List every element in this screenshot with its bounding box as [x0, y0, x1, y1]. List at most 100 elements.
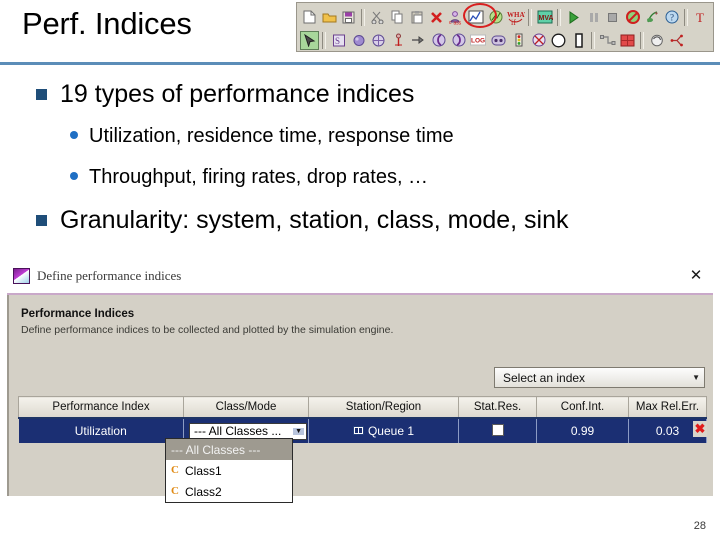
square-bullet-icon	[36, 89, 47, 100]
cell-performance-index[interactable]: Utilization	[18, 418, 184, 443]
round-bullet-icon	[70, 172, 78, 180]
application-toolbar: cass WHATif MVA ?	[296, 2, 714, 52]
toolbar-separator	[361, 8, 366, 26]
queue-station-icon[interactable]	[369, 31, 388, 50]
select-arrow-icon[interactable]	[300, 30, 319, 50]
join-right-icon[interactable]	[449, 31, 468, 50]
select-index-dropdown[interactable]: Select an index ▼	[494, 367, 705, 388]
class-mode-combobox[interactable]: --- All Classes ... ▼	[189, 422, 307, 440]
toolbar-separator	[640, 31, 644, 49]
define-performance-indices-dialog: Define performance indices ✕ Performance…	[7, 259, 713, 503]
svg-text:WHAT: WHAT	[507, 11, 525, 19]
plot-results-icon[interactable]	[487, 8, 506, 27]
bullet-text: Granularity: system, station, class, mod…	[60, 206, 569, 234]
class-icon: C	[171, 464, 179, 476]
dialog-titlebar: Define performance indices ✕	[7, 259, 713, 293]
column-header-performance-index[interactable]: Performance Index	[18, 396, 184, 419]
dropdown-option-label: Class2	[185, 484, 222, 499]
pmva-solve-icon[interactable]: MVA	[535, 8, 554, 27]
join-left-icon[interactable]	[429, 31, 448, 50]
cell-stat-res[interactable]	[458, 418, 537, 443]
svg-text:?: ?	[670, 13, 674, 23]
play-icon[interactable]	[564, 8, 583, 27]
class-mode-dropdown-list[interactable]: --- All Classes --- C Class1 C Class2	[165, 438, 293, 503]
dropdown-option-class1[interactable]: C Class1	[166, 460, 292, 481]
chevron-down-icon: ▼	[293, 427, 304, 435]
svg-text:T: T	[696, 10, 704, 24]
queue-station-icon	[352, 426, 364, 436]
delete-row-button[interactable]: ✖	[693, 421, 707, 437]
toolbar-separator	[591, 31, 595, 49]
arrow-link-icon[interactable]	[409, 31, 428, 50]
stat-res-checkbox[interactable]	[491, 423, 504, 436]
class-define-icon[interactable]: c ass	[447, 8, 466, 27]
cell-station-region[interactable]: Queue 1	[308, 418, 459, 443]
open-folder-icon[interactable]	[320, 8, 339, 27]
delay-station-icon[interactable]	[389, 31, 408, 50]
text-tool-icon[interactable]: T	[691, 8, 710, 27]
svg-text:if: if	[511, 18, 516, 25]
select-index-value: Select an index	[503, 370, 586, 385]
performance-indices-table: Performance Index Class/Mode Station/Reg…	[18, 396, 707, 443]
randomize-icon[interactable]	[643, 8, 662, 27]
paste-icon[interactable]	[408, 8, 427, 27]
save-icon[interactable]	[340, 8, 359, 27]
toolbar-row-1: cass WHATif MVA ?	[300, 3, 710, 28]
panel-heading: Performance Indices	[21, 308, 135, 320]
page-number: 28	[693, 520, 706, 532]
square-bullet-icon	[36, 215, 47, 226]
column-header-station-region[interactable]: Station/Region	[308, 396, 459, 419]
cell-max-rel-err[interactable]: 0.03 ✖	[628, 418, 707, 443]
help-icon[interactable]: ?	[663, 8, 682, 27]
stop-icon[interactable]	[603, 8, 622, 27]
cell-conf-int[interactable]: 0.99	[536, 418, 629, 443]
panel-subtitle: Define performance indices to be collect…	[21, 324, 394, 336]
bullet-item-3: Throughput, firing rates, drop rates, …	[70, 166, 428, 189]
dropdown-option-class2[interactable]: C Class2	[166, 481, 292, 502]
table-header-row: Performance Index Class/Mode Station/Reg…	[18, 396, 707, 419]
column-header-max-rel-err[interactable]: Max Rel.Err.	[628, 396, 707, 419]
copy-icon[interactable]	[388, 8, 407, 27]
abort-icon[interactable]	[623, 8, 642, 27]
fork-icon[interactable]	[349, 31, 368, 50]
column-header-stat-res[interactable]: Stat.Res.	[458, 396, 537, 419]
transition-icon[interactable]	[569, 31, 588, 50]
station-region-value: Queue 1	[367, 423, 415, 438]
application-icon	[13, 268, 30, 284]
station-value-wrapper: Queue 1	[314, 424, 453, 438]
what-if-icon[interactable]: WHATif	[506, 8, 525, 27]
branch-icon[interactable]	[667, 31, 686, 50]
dropdown-option-all-classes[interactable]: --- All Classes ---	[166, 439, 292, 460]
connect-icon[interactable]	[598, 31, 617, 50]
table-row[interactable]: Utilization --- All Classes ... ▼ Queue …	[18, 418, 707, 443]
bullet-text: Utilization, residence time, response ti…	[89, 125, 454, 147]
chevron-down-icon: ▼	[692, 373, 700, 382]
performance-indices-icon[interactable]	[467, 8, 486, 27]
delete-x-icon[interactable]	[427, 8, 446, 27]
dropdown-option-label: --- All Classes ---	[171, 442, 261, 457]
bullet-text: Throughput, firing rates, drop rates, …	[89, 166, 429, 188]
bullet-text: 19 types of performance indices	[60, 80, 415, 108]
close-icon[interactable]: ✕	[687, 266, 705, 284]
bullet-item-2: Utilization, residence time, response ti…	[70, 125, 454, 148]
svg-text:ass: ass	[453, 20, 461, 25]
title-divider	[0, 62, 720, 65]
source-station-icon[interactable]: S	[329, 31, 348, 50]
toolbar-row-2: S LOG	[300, 29, 710, 51]
scaler-icon[interactable]	[529, 31, 548, 50]
dialog-title: Define performance indices	[37, 268, 182, 283]
rotate-icon[interactable]	[647, 31, 666, 50]
logger-icon[interactable]: LOG	[469, 31, 488, 50]
cut-icon[interactable]	[368, 8, 387, 27]
svg-text:S: S	[335, 36, 340, 46]
place-icon[interactable]	[549, 31, 568, 50]
column-header-conf-int[interactable]: Conf.Int.	[536, 396, 629, 419]
pause-icon[interactable]	[584, 8, 603, 27]
round-bullet-icon	[70, 131, 78, 139]
new-document-icon[interactable]	[300, 8, 319, 27]
class-switch-icon[interactable]	[489, 31, 508, 50]
class-mode-value: --- All Classes ...	[194, 424, 282, 438]
semaphore-icon[interactable]	[509, 31, 528, 50]
blocking-region-icon[interactable]	[618, 31, 637, 50]
column-header-class-mode[interactable]: Class/Mode	[183, 396, 309, 419]
